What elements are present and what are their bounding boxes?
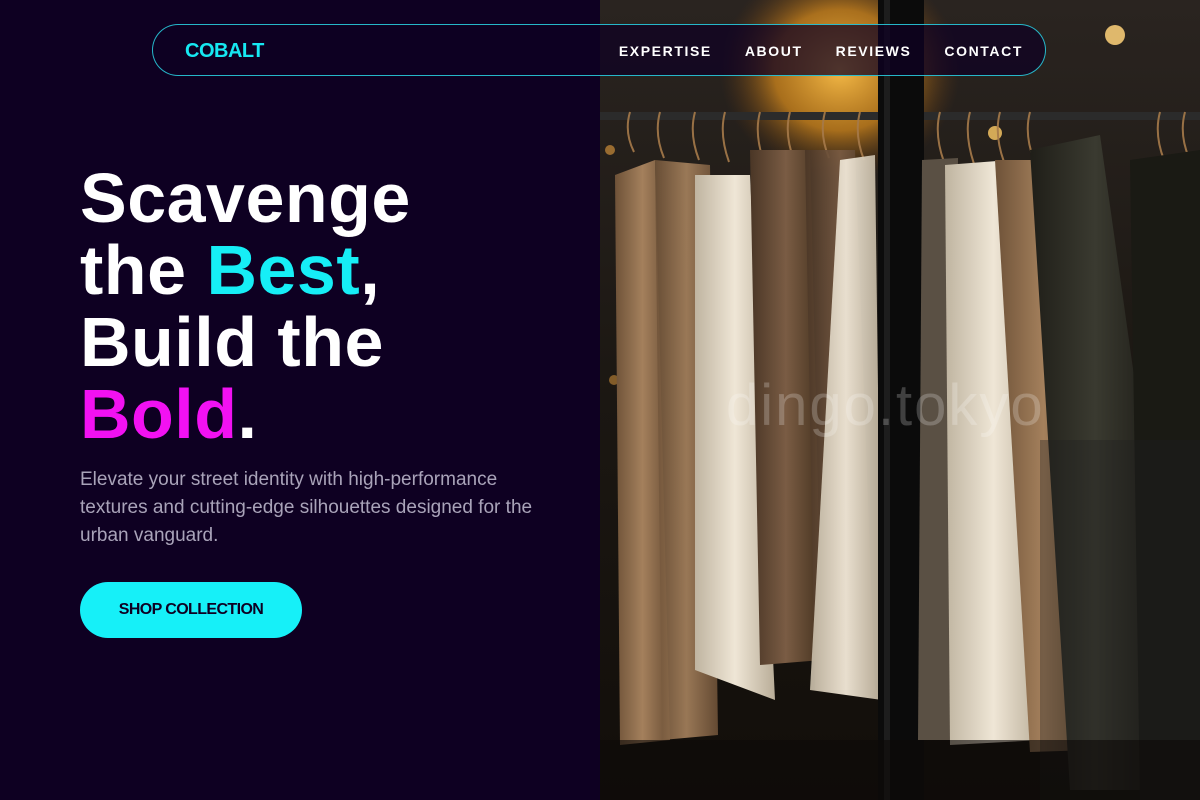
nav-links: EXPERTISE ABOUT REVIEWS CONTACT — [619, 43, 1023, 59]
clothes-rack-photo — [600, 0, 1200, 800]
hero-line-4-period: . — [237, 375, 258, 453]
hero-line-1: Scavenge — [80, 159, 411, 237]
hero-line-2-prefix: the — [80, 231, 207, 309]
nav-link-reviews[interactable]: REVIEWS — [836, 43, 912, 59]
hero-subtitle: Elevate your street identity with high-p… — [80, 469, 533, 546]
hero-line-3: Build the — [80, 303, 384, 381]
top-nav: COBALT EXPERTISE ABOUT REVIEWS CONTACT — [152, 24, 1046, 76]
hero-line-2-comma: , — [360, 231, 381, 309]
nav-link-contact[interactable]: CONTACT — [944, 43, 1023, 59]
shop-collection-button[interactable]: SHOP COLLECTION — [80, 582, 302, 638]
nav-link-about[interactable]: ABOUT — [745, 43, 803, 59]
hero-accent-bold: Bold — [80, 375, 238, 453]
nav-link-expertise[interactable]: EXPERTISE — [619, 43, 712, 59]
brand-logo[interactable]: COBALT — [185, 40, 264, 63]
page: dingo.tokyo COBALT EXPERTISE ABOUT REVIE… — [0, 0, 1200, 800]
hero-title: Scavenge the Best, Build the Bold. — [80, 162, 411, 450]
hero-accent-best: Best — [206, 231, 361, 309]
